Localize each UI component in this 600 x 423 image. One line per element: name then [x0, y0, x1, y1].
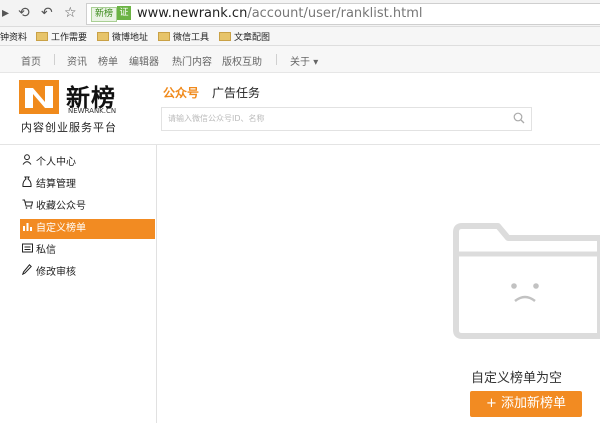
browser-toolbar: ▸ ⟲ ↶ ☆ 新榜 证 www.newrank.cn/account/user…	[0, 0, 600, 27]
nav-news[interactable]: 资讯	[67, 53, 87, 68]
sidebar-item-label: 收藏公众号	[36, 201, 86, 212]
nav-divider	[54, 54, 55, 65]
folder-icon	[97, 32, 109, 41]
empty-folder-icon	[453, 223, 600, 339]
bookmark-item[interactable]: 钟资料	[0, 30, 27, 43]
logo-subtext: NEWRANK.CN	[68, 107, 117, 115]
sidebar-item-user-center[interactable]: 个人中心	[20, 153, 155, 173]
bookmark-item[interactable]: 微信工具	[158, 30, 209, 43]
url-text[interactable]: www.newrank.cn/account/user/ranklist.htm…	[137, 6, 423, 21]
bookmark-item[interactable]: 文章配图	[219, 30, 270, 43]
back-icon[interactable]: ↶	[41, 5, 53, 21]
star-icon[interactable]: ☆	[64, 5, 77, 21]
logo-mark-svg	[19, 80, 59, 114]
add-ranklist-button[interactable]: + 添加新榜单	[470, 391, 582, 417]
message-icon	[20, 241, 34, 261]
search-icon[interactable]	[513, 112, 525, 124]
slogan: 内容创业服务平台	[21, 121, 117, 134]
search-box	[161, 107, 532, 131]
empty-state-text: 自定义榜单为空	[471, 371, 563, 386]
site-nav: 首页 资讯 榜单 编辑器 热门内容 版权互助 关于 ▾	[0, 46, 600, 73]
bar-chart-icon	[20, 219, 34, 239]
sidebar-item-label: 结算管理	[36, 179, 76, 190]
certificate-icon[interactable]: 证	[117, 6, 131, 20]
sidebar-item-label: 自定义榜单	[36, 223, 86, 234]
nav-home[interactable]: 首页	[21, 53, 41, 68]
sidebar-item-review[interactable]: 修改审核	[20, 263, 155, 283]
sidebar-item-settlement[interactable]: 结算管理	[20, 175, 155, 195]
sidebar-item-messages[interactable]: 私信	[20, 241, 155, 261]
sidebar-item-custom-ranklist[interactable]: 自定义榜单	[20, 219, 155, 239]
tab-official-accounts[interactable]: 公众号	[163, 84, 199, 101]
tab-ad-tasks[interactable]: 广告任务	[212, 84, 260, 101]
url-path: /account/user/ranklist.html	[247, 6, 423, 21]
nav-divider	[276, 54, 277, 65]
pencil-icon	[20, 263, 34, 283]
address-bar[interactable]: 新榜 证 www.newrank.cn/account/user/ranklis…	[86, 3, 600, 25]
sidebar: 个人中心 结算管理 收藏公众号 自定义榜单 私信 修改审核	[0, 145, 157, 423]
nav-editor[interactable]: 编辑器	[129, 53, 159, 68]
bookmark-item[interactable]: 微博地址	[97, 30, 148, 43]
bookmark-item[interactable]: 工作需要	[36, 30, 87, 43]
money-bag-icon	[20, 175, 34, 195]
nav-copyright[interactable]: 版权互助	[222, 53, 262, 68]
cart-icon	[20, 197, 34, 217]
url-host: www.newrank.cn	[137, 6, 248, 21]
nav-about[interactable]: 关于 ▾	[290, 53, 318, 68]
nav-ranklist[interactable]: 榜单	[98, 53, 118, 68]
search-input[interactable]	[168, 111, 498, 125]
folder-icon	[158, 32, 170, 41]
nav-hot-content[interactable]: 热门内容	[172, 53, 212, 68]
refresh-icon[interactable]: ⟲	[18, 5, 30, 21]
sidebar-item-label: 个人中心	[36, 157, 76, 168]
user-icon	[20, 153, 34, 173]
logo-icon[interactable]	[19, 80, 59, 114]
bookmarks-bar: 钟资料 工作需要 微博地址 微信工具 文章配图	[0, 27, 600, 46]
site-badge: 新榜	[91, 7, 118, 22]
sidebar-item-label: 修改审核	[36, 267, 76, 278]
arrow-right-icon[interactable]: ▸	[2, 5, 9, 21]
folder-icon	[36, 32, 48, 41]
chevron-down-icon: ▾	[313, 57, 319, 68]
folder-icon	[219, 32, 231, 41]
sidebar-item-label: 私信	[36, 245, 56, 256]
sidebar-item-favorites[interactable]: 收藏公众号	[20, 197, 155, 217]
